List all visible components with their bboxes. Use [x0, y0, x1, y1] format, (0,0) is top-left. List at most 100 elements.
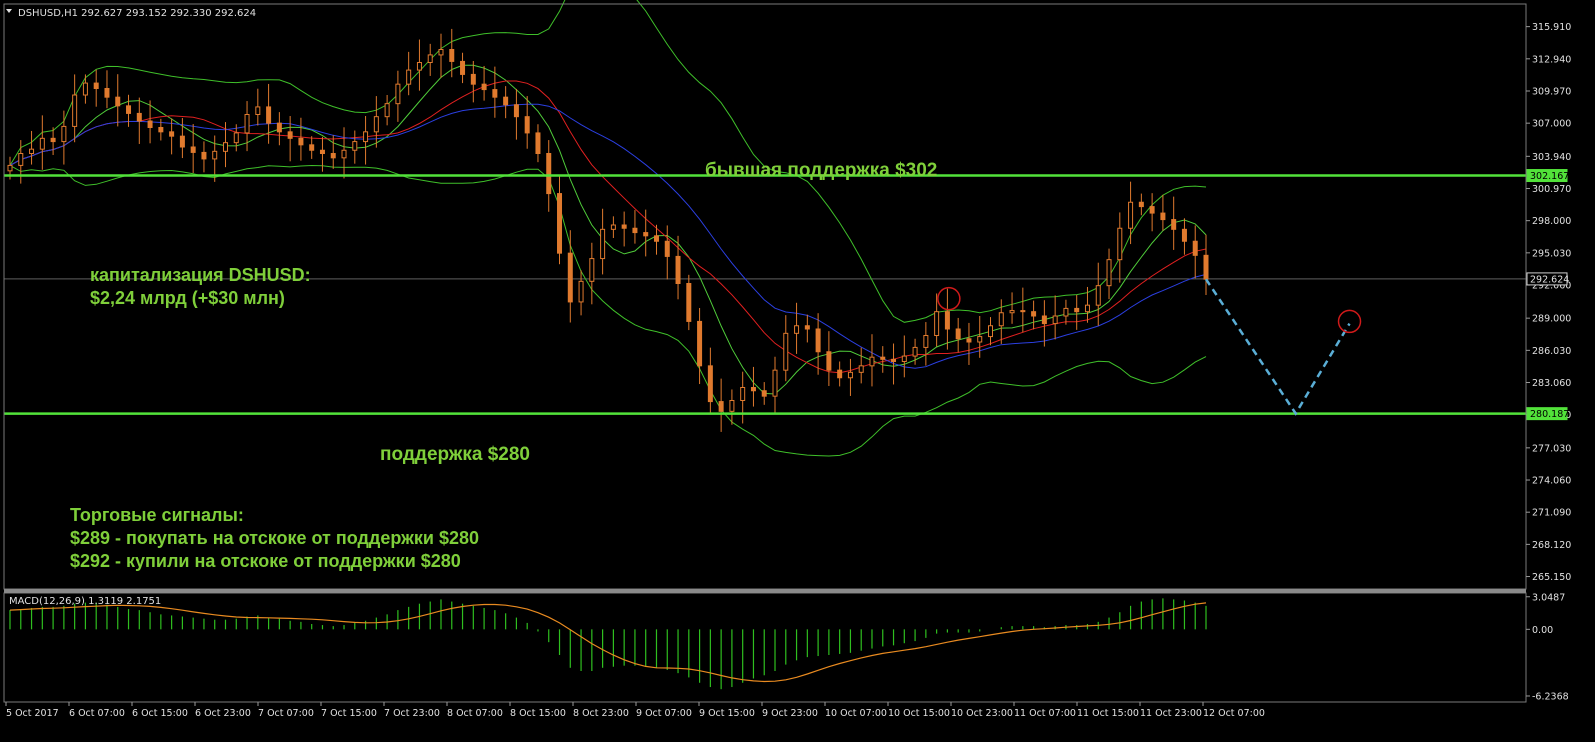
signal-1: $289 - покупать на отскоке от поддержки … [70, 528, 479, 548]
macd-panel-frame [3, 592, 1527, 703]
time-tick-label: 8 Oct 07:00 [447, 708, 503, 719]
candle-body [966, 338, 972, 343]
time-tick-label: 10 Oct 07:00 [825, 708, 887, 719]
candle-body [1181, 228, 1187, 242]
candle-body [244, 114, 250, 134]
candle-body [384, 103, 390, 118]
time-tick-label: 10 Oct 15:00 [888, 708, 950, 719]
candle-body [869, 356, 875, 367]
time-tick-label: 7 Oct 15:00 [321, 708, 377, 719]
candle-body [309, 144, 315, 151]
candle-body [977, 336, 983, 343]
candle-body [535, 132, 541, 155]
candle-body [427, 54, 433, 64]
price-tick-label: 289.000 [1532, 314, 1571, 325]
candle-body [104, 88, 110, 98]
level-label-302: бывшая поддержка $302 [705, 160, 937, 181]
candle-body [740, 387, 746, 401]
candle-body [815, 328, 821, 353]
macd-signal-line [9, 602, 1207, 683]
candle-body [50, 137, 56, 143]
price-tick-label: 286.030 [1532, 346, 1571, 357]
candle-body [298, 137, 304, 146]
price-tick-label: 298.000 [1532, 216, 1571, 227]
candle-body [1117, 227, 1123, 261]
candle-body [675, 255, 681, 284]
candle-body [1138, 201, 1144, 208]
candle-body [179, 135, 185, 148]
candle-body [998, 312, 1004, 327]
candle-body [891, 358, 897, 363]
candle-body [341, 149, 347, 159]
candle-body [653, 235, 659, 242]
candle-body [212, 150, 218, 160]
header-triangle-icon[interactable] [6, 9, 12, 13]
time-tick-label: 11 Oct 23:00 [1140, 708, 1202, 719]
candle-body [319, 149, 325, 154]
price-tick-label: 309.970 [1532, 86, 1571, 97]
candle-body [136, 112, 142, 122]
candle-body [944, 311, 950, 330]
macd-tick-label: 0.00 [1532, 625, 1553, 636]
candle-body [1149, 206, 1155, 214]
time-tick-label: 6 Oct 23:00 [195, 708, 251, 719]
candle-body [610, 224, 616, 230]
projection-path [1204, 278, 1351, 416]
price-tick-label: 295.030 [1532, 248, 1571, 259]
ma-mid [9, 80, 1207, 374]
price-tick-label: 303.940 [1532, 152, 1571, 163]
candle-body [158, 127, 164, 133]
price-tick-label: 277.030 [1532, 443, 1571, 454]
capitalization-line-1: капитализация DSHUSD: [90, 265, 311, 285]
candle-body [697, 320, 703, 367]
candles [7, 28, 1209, 432]
candle-body [912, 346, 918, 357]
price-tick-label: 315.910 [1532, 22, 1571, 33]
candle-body [276, 122, 282, 133]
time-tick-label: 6 Oct 15:00 [132, 708, 188, 719]
candle-body [826, 351, 832, 371]
candle-body [1063, 307, 1069, 317]
candle-body [858, 365, 864, 373]
candle-body [546, 153, 552, 195]
level-label-280: поддержка $280 [380, 444, 530, 465]
candle-body [1171, 219, 1177, 230]
candle-body [492, 89, 498, 98]
price-tick-label: 265.150 [1532, 572, 1571, 583]
chart: 315.910 312.940 309.970 307.000 303.940 300.9… [3, 0, 1571, 719]
candle-body [988, 325, 994, 338]
candle-body [750, 387, 756, 392]
candle-body [406, 69, 412, 85]
candle-body [503, 96, 509, 106]
candle-body [567, 252, 573, 303]
macd-header: MACD(12,26,9) 1.3119 2.1751 [9, 596, 161, 607]
trading-signals: Торговые сигналы: $289 - покупать на отс… [70, 504, 479, 573]
signal-circle [937, 286, 961, 311]
candle-body [255, 106, 261, 115]
candle-body [1074, 307, 1080, 313]
candle-body [1084, 304, 1090, 313]
candle-body [18, 153, 24, 166]
candle-body [880, 356, 886, 360]
candle-body [643, 232, 649, 237]
time-tick-label: 7 Oct 23:00 [384, 708, 440, 719]
price-marker-label: 302.167 [1530, 171, 1569, 182]
candle-body [7, 164, 13, 172]
candle-body [1020, 310, 1026, 313]
candle-body [1052, 315, 1058, 325]
candle-body [352, 141, 358, 151]
candle-body [729, 400, 735, 412]
candle-body [901, 355, 907, 363]
candle-body [707, 365, 713, 403]
time-tick-label: 9 Oct 23:00 [762, 708, 818, 719]
candle-body [330, 153, 336, 159]
candle-body [578, 280, 584, 303]
candle-body [190, 146, 196, 153]
candle-body [460, 60, 466, 75]
candle-body [600, 228, 606, 260]
price-tick-label: 283.060 [1532, 378, 1571, 389]
price-tick-label: 307.000 [1532, 119, 1571, 130]
candle-body [470, 73, 476, 85]
candle-body [1041, 315, 1047, 325]
macd-panel [9, 598, 1207, 690]
